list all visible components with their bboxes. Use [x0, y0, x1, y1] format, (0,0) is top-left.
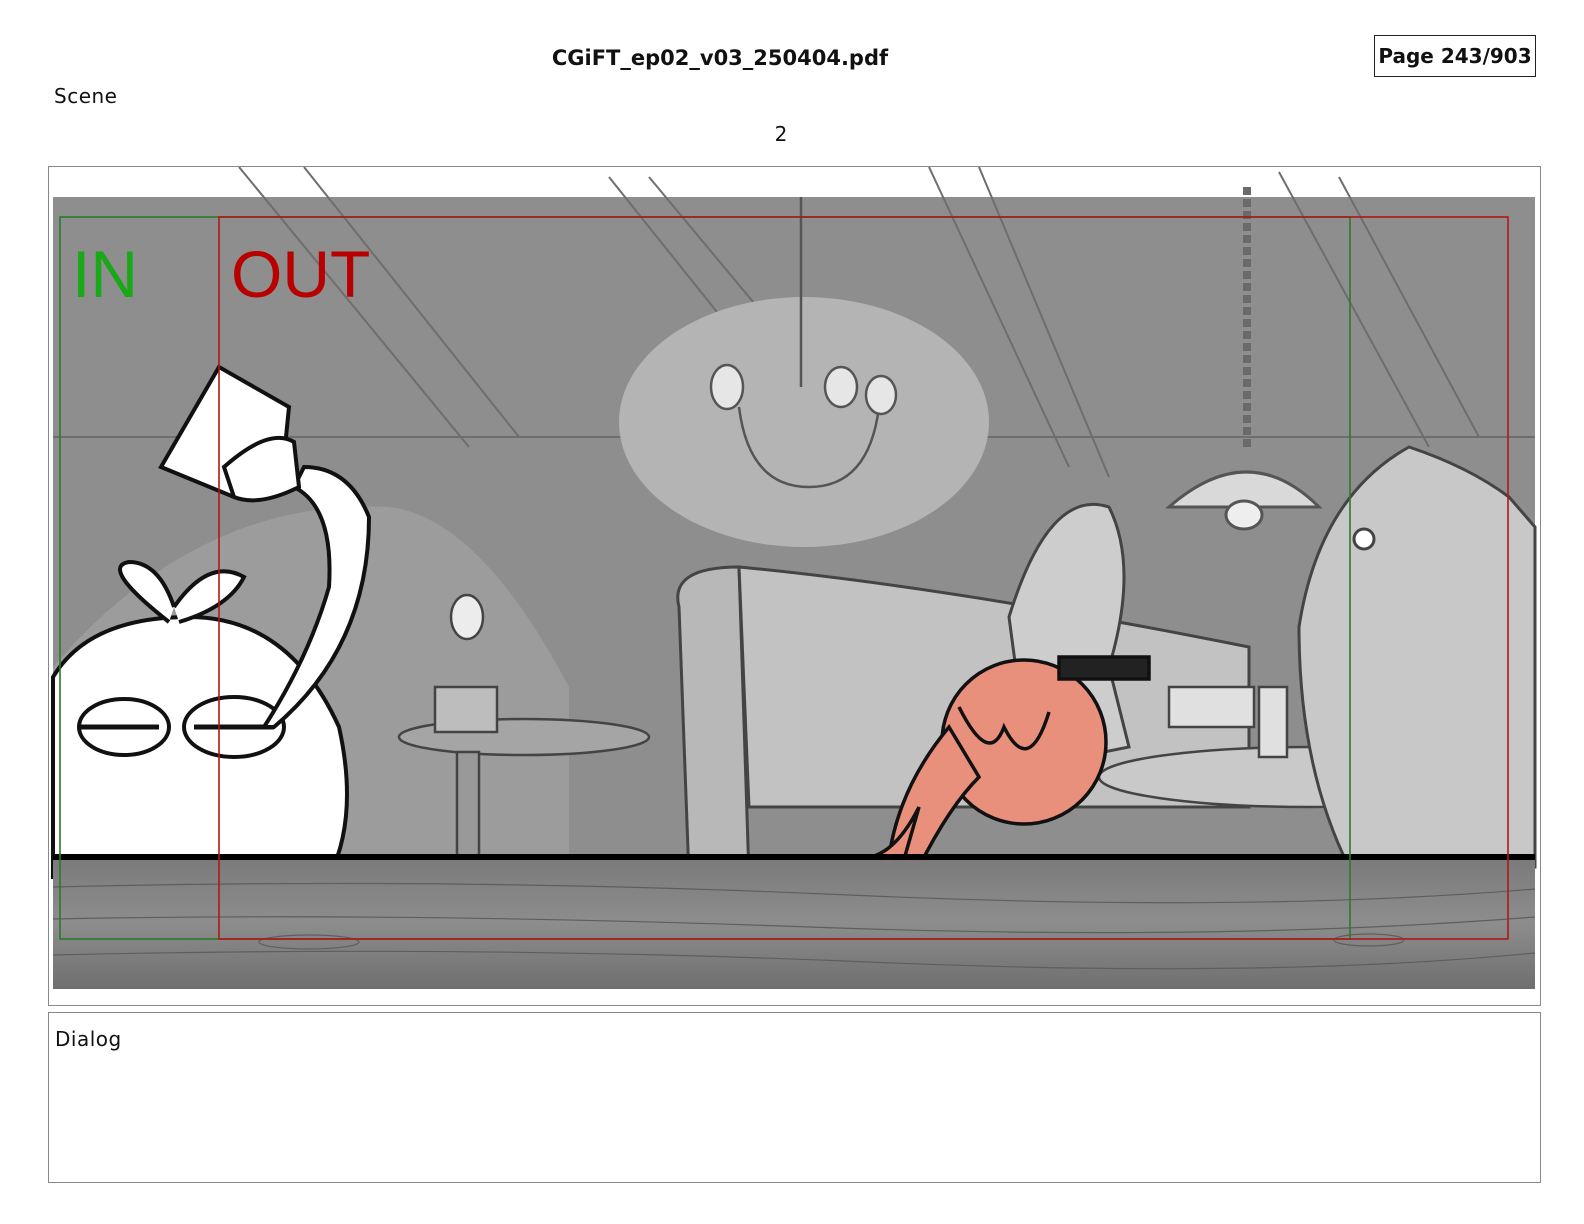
dialog-label: Dialog — [55, 1027, 122, 1051]
document-title: CGiFT_ep02_v03_250404.pdf — [551, 46, 889, 70]
page-indicator: Page 243/903 — [1374, 35, 1536, 77]
scene-label: Scene — [54, 84, 118, 108]
light-pool — [619, 297, 989, 547]
in-frame-label: IN — [72, 237, 138, 311]
out-frame-label: OUT — [231, 237, 370, 311]
storyboard-drawing: IN OUT — [51, 167, 1537, 989]
scene-number: 2 — [774, 122, 788, 146]
dialog-box: Dialog — [48, 1012, 1541, 1183]
bar-counter — [53, 857, 1535, 989]
storyboard-panel: IN OUT — [48, 166, 1541, 1006]
